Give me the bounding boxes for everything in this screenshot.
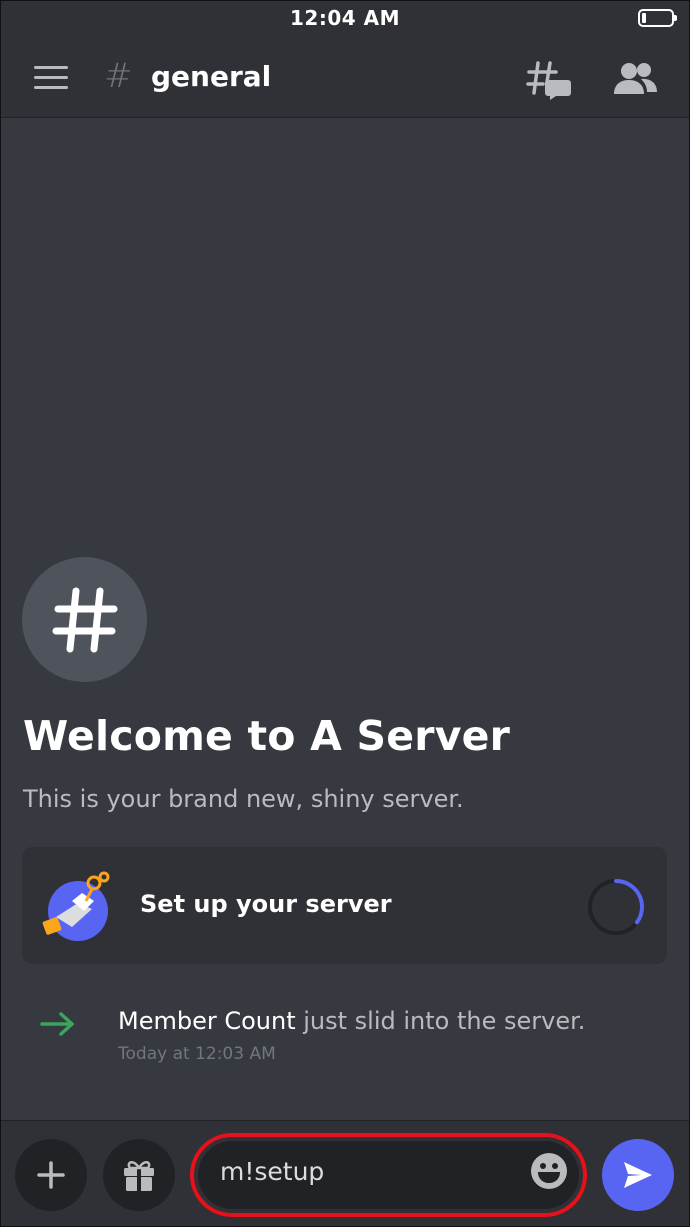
setup-illustration-icon bbox=[42, 871, 110, 941]
gift-icon bbox=[124, 1161, 154, 1191]
battery-icon bbox=[638, 9, 677, 27]
add-attachment-button[interactable] bbox=[15, 1139, 87, 1211]
system-message-timestamp: Today at 12:03 AM bbox=[118, 1044, 276, 1064]
message-input[interactable]: m!setup bbox=[198, 1141, 579, 1209]
message-composer: m!setup bbox=[0, 1120, 690, 1227]
hash-icon bbox=[52, 587, 117, 652]
channel-avatar bbox=[22, 557, 147, 682]
threads-icon[interactable] bbox=[526, 60, 572, 100]
battery-level bbox=[642, 13, 646, 23]
join-arrow-icon bbox=[40, 1012, 74, 1036]
setup-progress-ring bbox=[588, 879, 644, 935]
send-button[interactable] bbox=[602, 1139, 674, 1211]
channel-header: # general bbox=[0, 38, 690, 118]
menu-icon[interactable] bbox=[34, 66, 68, 90]
emoji-icon[interactable] bbox=[529, 1151, 569, 1191]
system-message-user[interactable]: Member Count bbox=[118, 1007, 296, 1035]
system-message-text: just slid into the server. bbox=[295, 1007, 586, 1035]
welcome-title: Welcome to A Server bbox=[23, 712, 511, 760]
welcome-subtitle: This is your brand new, shiny server. bbox=[23, 785, 464, 813]
message-input-value: m!setup bbox=[220, 1157, 325, 1186]
setup-label: Set up your server bbox=[140, 890, 392, 918]
members-icon[interactable] bbox=[612, 62, 658, 96]
status-bar: 12:04 AM bbox=[0, 0, 690, 38]
channel-name: general bbox=[151, 60, 272, 93]
status-time: 12:04 AM bbox=[289, 6, 400, 30]
gift-button[interactable] bbox=[103, 1139, 175, 1211]
setup-server-card[interactable]: Set up your server bbox=[22, 847, 667, 964]
system-message: Member Count just slid into the server. bbox=[118, 1007, 585, 1035]
message-input-highlight: m!setup bbox=[190, 1133, 587, 1217]
plus-icon bbox=[37, 1161, 65, 1189]
send-icon bbox=[624, 1162, 652, 1188]
hash-icon: # bbox=[104, 56, 133, 96]
